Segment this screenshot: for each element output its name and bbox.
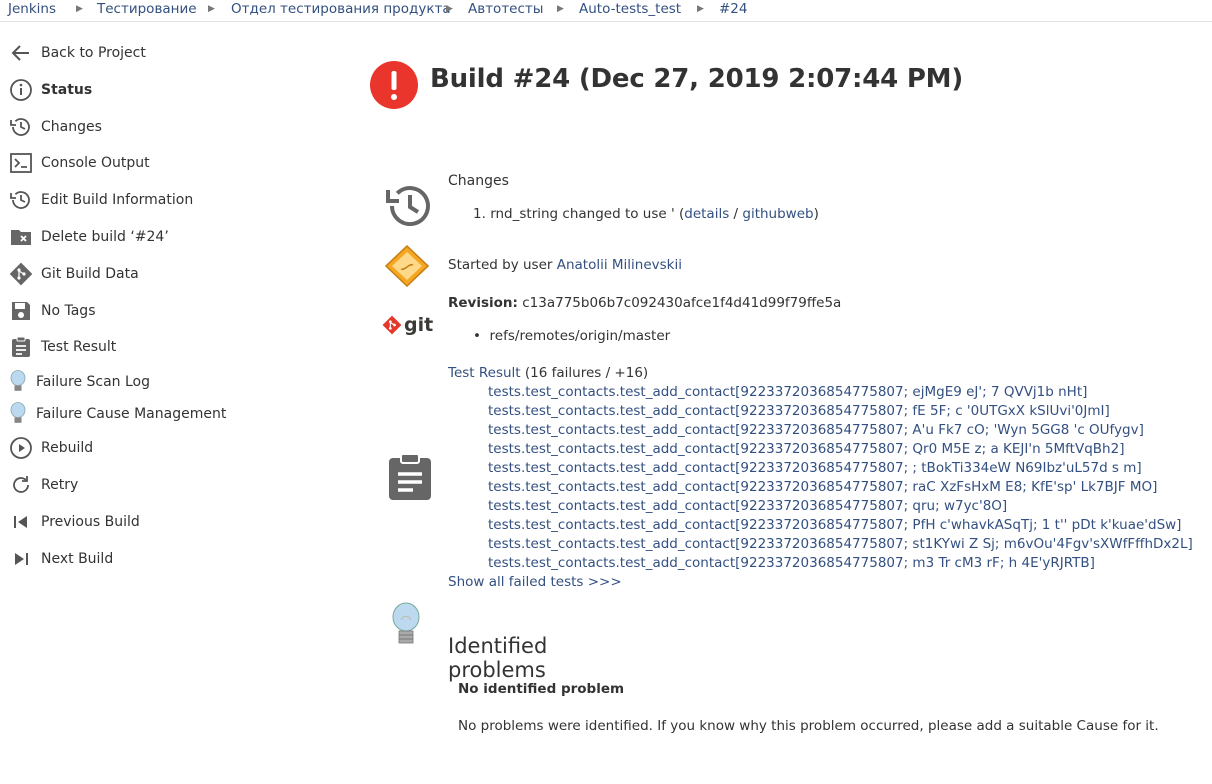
- chevron-right-icon[interactable]: ▶: [557, 4, 564, 14]
- clipboard-icon: [387, 452, 433, 506]
- failed-test-link[interactable]: tests.test_contacts.test_add_contact[922…: [488, 498, 1007, 514]
- githubweb-link[interactable]: githubweb: [742, 206, 813, 222]
- branch-name: refs/remotes/origin/master: [489, 328, 671, 344]
- previous-icon: [8, 509, 34, 535]
- changes-heading: Changes: [448, 173, 509, 189]
- page-title: Build #24 (Dec 27, 2019 2:07:44 PM): [430, 64, 964, 94]
- git-logo-text: git: [404, 314, 434, 336]
- sidebar-item-rebuild[interactable]: Rebuild: [8, 433, 93, 463]
- failed-test-link[interactable]: tests.test_contacts.test_add_contact[922…: [488, 384, 1087, 400]
- refresh-icon: [8, 472, 34, 498]
- sidebar-item-console-output[interactable]: Console Output: [8, 148, 150, 178]
- failed-test-link[interactable]: tests.test_contacts.test_add_contact[922…: [488, 479, 1157, 495]
- show-all-failed-tests-link[interactable]: Show all failed tests >>>: [448, 574, 622, 590]
- change-list-item: 1. rnd_string changed to use ' (details …: [473, 206, 819, 222]
- arrow-left-icon: [8, 40, 34, 66]
- clipboard-icon: [8, 334, 34, 360]
- sidebar-item-back-to-project[interactable]: Back to Project: [8, 38, 146, 68]
- breadcrumb-job[interactable]: Auto-tests_test: [579, 1, 681, 17]
- revision-label: Revision:: [448, 295, 518, 311]
- test-result-link[interactable]: Test Result: [448, 365, 521, 381]
- started-by-prefix: Started by user: [448, 257, 557, 273]
- sidebar-item-label: Next Build: [41, 551, 114, 567]
- breadcrumb-testing[interactable]: Тестирование: [97, 1, 197, 17]
- info-icon: [8, 77, 34, 103]
- sidebar-item-failure-cause-management[interactable]: Failure Cause Management: [8, 399, 226, 429]
- failed-test-link[interactable]: tests.test_contacts.test_add_contact[922…: [488, 536, 1193, 552]
- revision: Revision: c13a775b06b7c092430afce1f4d41d…: [448, 295, 841, 311]
- user-link[interactable]: Anatolii Milinevskii: [557, 257, 682, 273]
- change-close: ): [813, 206, 819, 222]
- details-link[interactable]: details: [684, 206, 729, 222]
- sidebar-item-label: Rebuild: [41, 440, 94, 456]
- sidebar-item-label: Console Output: [41, 155, 150, 171]
- user-avatar-icon: [384, 244, 430, 291]
- no-problems-text: No problems were identified. If you know…: [458, 718, 1159, 734]
- failed-test-link[interactable]: tests.test_contacts.test_add_contact[922…: [488, 403, 1110, 419]
- sidebar-item-label: Edit Build Information: [41, 192, 194, 208]
- sidebar-item-label: Back to Project: [41, 45, 146, 61]
- play-circle-icon: [8, 435, 34, 461]
- failed-test-link[interactable]: tests.test_contacts.test_add_contact[922…: [488, 555, 1095, 571]
- failed-test-link[interactable]: tests.test_contacts.test_add_contact[922…: [488, 517, 1181, 533]
- history-icon: [8, 114, 34, 140]
- change-number: 1.: [473, 206, 486, 222]
- sidebar-item-label: Delete build ‘#24’: [41, 229, 169, 245]
- test-result-summary: Test Result (16 failures / +16): [448, 365, 648, 381]
- test-result-count: (16 failures / +16): [520, 365, 649, 381]
- error-status-icon: [370, 61, 418, 109]
- failed-test-link[interactable]: tests.test_contacts.test_add_contact[922…: [488, 460, 1142, 476]
- lightbulb-icon: [8, 401, 28, 427]
- lightbulb-icon: [391, 602, 421, 652]
- sidebar-item-test-result[interactable]: Test Result: [8, 332, 116, 362]
- history-icon: [384, 180, 436, 236]
- sidebar-item-failure-scan-log[interactable]: Failure Scan Log: [8, 367, 150, 397]
- folder-delete-icon: [8, 224, 34, 250]
- sidebar-item-retry[interactable]: Retry: [8, 470, 78, 500]
- branch-list-item: • refs/remotes/origin/master: [473, 328, 671, 344]
- sidebar-item-label: Git Build Data: [41, 266, 139, 282]
- sidebar-item-edit-build-information[interactable]: Edit Build Information: [8, 185, 193, 215]
- started-by: Started by user Anatolii Milinevskii: [448, 257, 682, 273]
- revision-value: c13a775b06b7c092430afce1f4d41d99f79ffe5a: [522, 295, 842, 311]
- breadcrumb-jenkins[interactable]: Jenkins: [8, 1, 56, 17]
- sidebar-item-label: No Tags: [41, 303, 96, 319]
- breadcrumb-department[interactable]: Отдел тестирования продукта: [231, 1, 451, 17]
- sidebar-item-label: Failure Cause Management: [36, 406, 227, 422]
- sidebar-item-status[interactable]: Status: [8, 75, 92, 105]
- failed-test-link[interactable]: tests.test_contacts.test_add_contact[922…: [488, 422, 1144, 438]
- save-icon: [8, 298, 34, 324]
- sidebar-item-label: Status: [41, 82, 93, 98]
- git-icon: [8, 261, 34, 287]
- history-icon: [8, 187, 34, 213]
- sidebar-item-no-tags[interactable]: No Tags: [8, 296, 95, 326]
- git-logo-icon: git: [382, 314, 433, 336]
- sidebar-item-delete-build[interactable]: Delete build ‘#24’: [8, 222, 169, 252]
- sidebar-item-label: Test Result: [41, 339, 117, 355]
- identified-problems-heading: Identified problems: [448, 634, 548, 682]
- change-text: rnd_string changed to use ' (: [490, 206, 685, 222]
- next-icon: [8, 546, 34, 572]
- sidebar-item-label: Retry: [41, 477, 79, 493]
- breadcrumb: Jenkins ▶ Тестирование ▶ Отдел тестирова…: [0, 0, 1212, 22]
- breadcrumb-autotests[interactable]: Автотесты: [468, 1, 543, 17]
- sidebar-item-previous-build[interactable]: Previous Build: [8, 507, 140, 537]
- chevron-right-icon[interactable]: ▶: [208, 4, 215, 14]
- sidebar-item-label: Failure Scan Log: [36, 374, 151, 390]
- sidebar-item-label: Changes: [41, 119, 102, 135]
- sidebar-item-git-build-data[interactable]: Git Build Data: [8, 259, 139, 289]
- breadcrumb-build[interactable]: #24: [719, 1, 748, 17]
- chevron-right-icon[interactable]: ▶: [697, 4, 704, 14]
- sidebar-item-changes[interactable]: Changes: [8, 112, 102, 142]
- lightbulb-icon: [8, 369, 28, 395]
- sidebar-item-label: Previous Build: [41, 514, 140, 530]
- sidebar-item-next-build[interactable]: Next Build: [8, 544, 113, 574]
- terminal-icon: [8, 150, 34, 176]
- no-identified-problem-heading: No identified problem: [458, 681, 625, 697]
- failed-test-link[interactable]: tests.test_contacts.test_add_contact[922…: [488, 441, 1124, 457]
- chevron-right-icon[interactable]: ▶: [446, 4, 453, 14]
- chevron-right-icon[interactable]: ▶: [76, 4, 83, 14]
- link-separator: /: [729, 206, 743, 222]
